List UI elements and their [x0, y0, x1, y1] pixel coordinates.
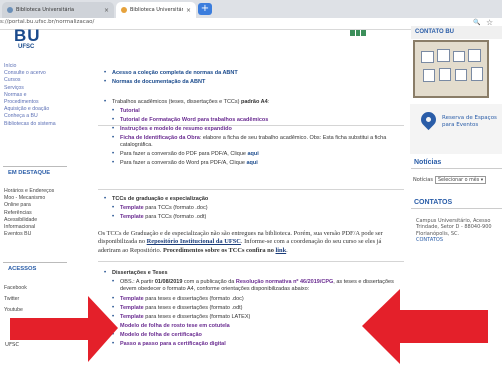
sidebar-item-conheca[interactable]: Conheça a BU	[4, 113, 66, 120]
link-procedimentos[interactable]: link	[276, 247, 287, 254]
list-item: • Template para teses e dissertações (fo…	[112, 314, 251, 320]
list-item: • Modelo de folha de certificação	[98, 332, 404, 339]
link-abnt-colecao[interactable]: Acesso a coleção completa de normas da A…	[98, 70, 404, 77]
list-item: • Passo a passo para a certificação digi…	[98, 341, 404, 348]
contatos-link[interactable]: CONTATOS	[416, 237, 502, 243]
sidebar-item-moo[interactable]: Moo - Mecanismo Online para Referências	[4, 195, 52, 217]
sidebar-item-youtube[interactable]: Youtube	[4, 305, 66, 316]
section-title-tccs: TCCs de graduação e especialização	[112, 196, 209, 202]
link-aqui-word[interactable]: aqui	[246, 160, 257, 166]
sidebar-footer-ufsc[interactable]: UFSC	[5, 342, 19, 348]
link-ficha-identificacao[interactable]: Ficha de Identificação da Obra	[120, 135, 200, 141]
section-title-teses: Dissertações e Teses	[112, 270, 168, 276]
link-repositorio[interactable]: Repositório Institucional da UFSC	[147, 238, 241, 245]
link-resumo-expandido[interactable]: Instruções e modelo de resumo expandido	[98, 126, 404, 133]
sidebar-nav: Início Consulte o acervo Cursos Serviços…	[4, 63, 66, 128]
list-item: • Template para teses e dissertações (fo…	[112, 296, 244, 302]
tcc-info-paragraph: Os TCCs de Graduação e de especialização…	[98, 230, 383, 254]
tab-favicon	[121, 7, 127, 13]
sidebar-item-aquisicao[interactable]: Aquisição e doação	[4, 106, 66, 113]
contato-box-title: CONTATO BU	[411, 26, 502, 39]
library-photo	[413, 40, 489, 98]
list-item: • Dissertações e Teses	[98, 270, 404, 277]
sidebar-heading-destaque: EM DESTAQUE	[3, 166, 67, 179]
list-item: • Template para teses e dissertações (fo…	[112, 305, 243, 311]
social-icons[interactable]	[350, 30, 367, 36]
tab-close-icon[interactable]: ×	[104, 7, 109, 14]
list-item: • Instruções e modelo de resumo expandid…	[98, 126, 404, 133]
sidebar-item-acessibilidade[interactable]: Acessibilidade Informacional	[4, 217, 52, 231]
month-select[interactable]: Selecionar o mês ▾	[434, 176, 487, 184]
contatos-heading: CONTATOS	[411, 196, 502, 209]
list-item: • OBS.: A partir 01/08/2019 com a public…	[112, 279, 394, 292]
link-certificacao-digital[interactable]: Passo a passo para a certificação digita…	[98, 341, 404, 348]
list-item: • TCCs de graduação e especialização	[98, 196, 404, 203]
divider	[98, 261, 404, 262]
tab-title: Biblioteca Universitária	[16, 7, 75, 13]
sidebar-item-horarios[interactable]: Horários e Endereços	[4, 188, 66, 195]
bu-logo[interactable]: BU	[14, 26, 41, 46]
sidebar-item-facebook[interactable]: Facebook	[4, 283, 66, 294]
sidebar-item-twitter[interactable]: Twitter	[4, 294, 66, 305]
divider	[98, 125, 404, 126]
list-item: • Normas de documentação da ABNT	[98, 79, 404, 86]
link-template-tcc-odt[interactable]: Template	[120, 214, 144, 220]
list-item: • Trabalhos acadêmicos (teses, dissertaç…	[104, 99, 270, 105]
browser-tab-bar: Biblioteca Universitária × Biblioteca Un…	[0, 0, 502, 18]
browser-tab-1[interactable]: Biblioteca Universitária ×	[2, 2, 114, 18]
noticias-filter: Notícias Selecionar o mês ▾	[413, 176, 487, 184]
list-item: • Modelo de folha de rosto tese em cotut…	[98, 323, 404, 330]
sidebar-heading-acessos: ACESSOS	[3, 262, 67, 275]
link-folha-rosto[interactable]: Modelo de folha de rosto tese em cotutel…	[98, 323, 404, 330]
sidebar-item-servicos[interactable]: Serviços	[4, 85, 66, 92]
sidebar-item-eventos[interactable]: Eventos BU	[4, 231, 66, 238]
divider	[98, 189, 404, 190]
list-item: • Template para TCCs (formato .doc)	[112, 205, 208, 211]
list-item: • Tutorial de Formatação Word para traba…	[98, 117, 404, 124]
list-item: • Template para TCCs (formato .odt)	[112, 214, 207, 220]
noticias-heading: Notícias	[411, 156, 502, 169]
sidebar-item-inicio[interactable]: Início	[4, 63, 66, 70]
list-item: • Para fazer a conversão do Word pra PDF…	[112, 160, 258, 166]
tab-favicon	[7, 7, 13, 13]
link-template-tcc-doc[interactable]: Template	[120, 205, 144, 211]
sidebar-item-cursos[interactable]: Cursos	[4, 77, 66, 84]
tab-title: Biblioteca Universitária	[130, 7, 183, 13]
sidebar-item-bibliotecas[interactable]: Bibliotecas do sistema	[4, 121, 66, 128]
ufsc-logo-text: UFSC	[18, 44, 35, 50]
list-item: • Acesso a coleção completa de normas da…	[98, 70, 404, 77]
link-folha-certificacao[interactable]: Modelo de folha de certificação	[98, 332, 404, 339]
url-text[interactable]: s://portal.bu.ufsc.br/normalizacao/	[0, 19, 94, 25]
list-item: • Para fazer a conversão do PDF para PDF…	[112, 151, 259, 157]
sidebar-item-normas[interactable]: Normas e Procedimentos	[4, 92, 50, 106]
link-template-teses-odt[interactable]: Template	[120, 305, 144, 311]
list-item: • Ficha de Identificação da Obra: elabor…	[112, 135, 387, 148]
sidebar-acessos-list: Facebook Twitter Youtube	[4, 283, 66, 316]
contatos-address: Campus Universitário, Acesso Trindade, S…	[416, 218, 502, 244]
zoom-icon[interactable]: 🔍	[473, 19, 480, 26]
sidebar-item-acervo[interactable]: Consulte o acervo	[4, 70, 66, 77]
new-tab-button[interactable]: +	[198, 3, 212, 15]
link-abnt-normas[interactable]: Normas de documentação da ABNT	[98, 79, 404, 86]
link-tutorial-word[interactable]: Tutorial de Formatação Word para trabalh…	[98, 117, 404, 124]
sidebar-destaque-list: Horários e Endereços Moo - Mecanismo Onl…	[4, 188, 66, 238]
tab-close-icon[interactable]: ×	[186, 7, 191, 14]
reserva-espacos-link[interactable]: Reserva de Espaços para Eventos	[442, 115, 500, 129]
list-item: • Tutorial	[98, 108, 404, 115]
link-resolucao[interactable]: Resolução normativa nº 46/2019/CPG	[236, 279, 333, 285]
reserva-espacos-card[interactable]: Reserva de Espaços para Eventos	[410, 104, 502, 154]
link-template-teses-latex[interactable]: Template	[120, 314, 144, 320]
browser-tab-2[interactable]: Biblioteca Universitária ×	[116, 2, 196, 18]
link-tutorial[interactable]: Tutorial	[98, 108, 404, 115]
link-aqui-pdfa[interactable]: aqui	[247, 151, 258, 157]
location-pin-icon	[417, 108, 440, 131]
link-template-teses-doc[interactable]: Template	[120, 296, 144, 302]
